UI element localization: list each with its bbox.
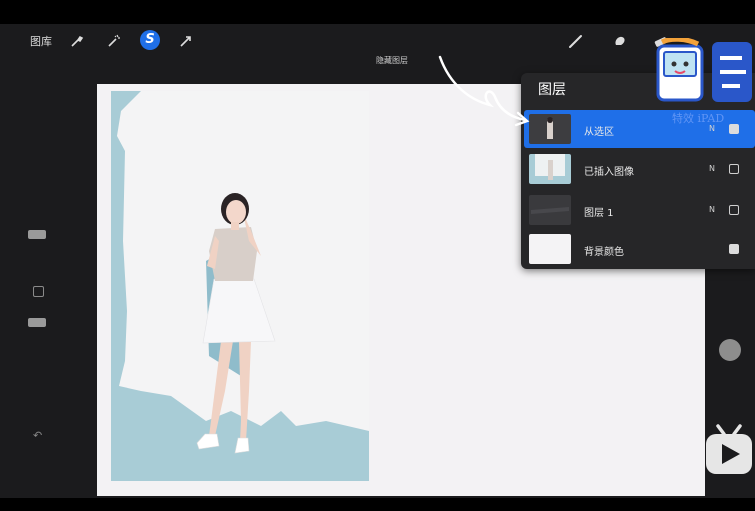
layer-thumbnail [529, 234, 571, 264]
brush-size-slider[interactable] [28, 230, 46, 239]
layer-row-layer-1[interactable]: 图层 1 N [524, 191, 755, 229]
letterbox-bottom [0, 498, 755, 511]
layer-name: 已插入图像 [584, 167, 634, 178]
top-toolbar: 图库 S [0, 24, 755, 58]
transform-icon[interactable] [177, 32, 195, 50]
gallery-button[interactable]: 图库 [30, 33, 52, 49]
layer-visibility-checkbox[interactable] [729, 124, 739, 134]
tv-logo-icon [706, 424, 752, 474]
watermark-text: 特效 iPAD [672, 112, 725, 125]
layer-name: 从选区 [584, 127, 614, 138]
inserted-photo [111, 91, 369, 481]
blend-mode-indicator[interactable]: N [709, 164, 715, 173]
layer-row-background-color[interactable]: 背景颜色 [524, 230, 755, 268]
selection-icon[interactable]: S [140, 30, 160, 50]
procreate-screen: 图库 S 隐藏图层 ↶ 图层 从选区 N 已插入图像 N 图层 1 N 背景颜色 [0, 24, 755, 498]
layers-title: 图层 [538, 82, 566, 98]
undo-icon[interactable]: ↶ [33, 429, 42, 442]
left-sidebar: ↶ [22, 204, 50, 464]
blend-mode-indicator[interactable]: N [709, 205, 715, 214]
opacity-slider[interactable] [28, 318, 46, 327]
layer-thumbnail [529, 195, 571, 225]
annotation-arrow-icon [438, 55, 530, 127]
layer-visibility-checkbox[interactable] [729, 244, 739, 254]
magic-wand-icon[interactable] [105, 32, 123, 50]
layer-name: 背景颜色 [584, 247, 624, 258]
hide-layer-hint: 隐藏图层 [376, 56, 408, 65]
modify-button[interactable] [33, 286, 44, 297]
color-button[interactable] [719, 339, 741, 361]
layer-visibility-checkbox[interactable] [729, 205, 739, 215]
wrench-icon[interactable] [68, 32, 86, 50]
layer-row-inserted-image[interactable]: 已插入图像 N [524, 150, 755, 188]
brush-icon[interactable] [567, 32, 585, 50]
layer-name: 图层 1 [584, 208, 614, 219]
cartoon-sticker-icon [656, 38, 752, 102]
layer-visibility-checkbox[interactable] [729, 164, 739, 174]
layer-thumbnail [529, 154, 571, 184]
smudge-icon[interactable] [611, 32, 629, 50]
